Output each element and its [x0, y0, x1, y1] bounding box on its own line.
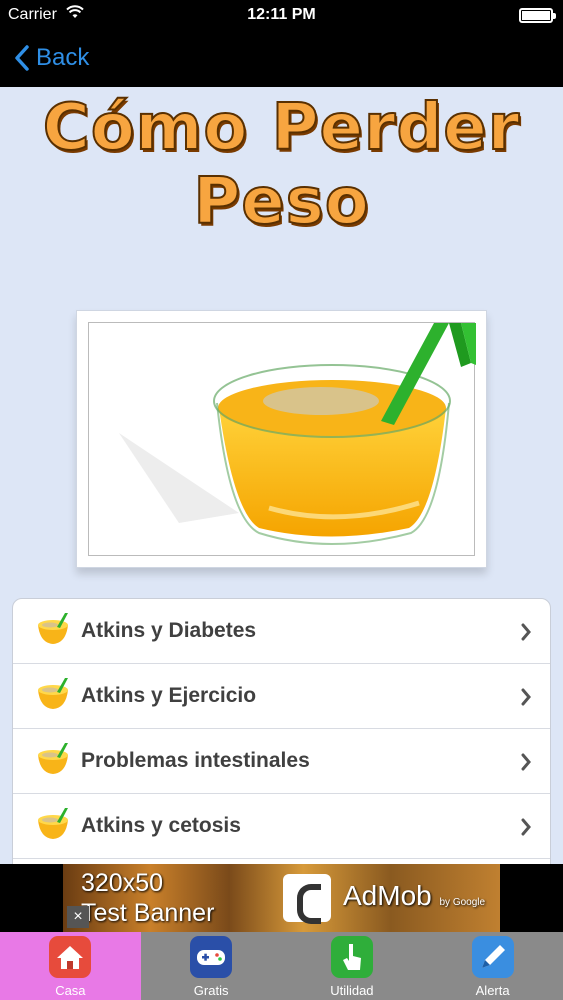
- ad-brand-sub: by Google: [439, 897, 486, 908]
- admob-logo-icon: [283, 874, 331, 924]
- tab-utilidad[interactable]: Utilidad: [282, 932, 423, 1000]
- juice-glass-illustration: [119, 323, 476, 545]
- ad-test-label: Test Banner: [81, 899, 215, 927]
- back-button[interactable]: Back: [14, 40, 89, 76]
- chevron-left-icon: [15, 45, 29, 71]
- ad-close-button[interactable]: ×: [67, 906, 89, 928]
- hero-image: [76, 310, 487, 568]
- title-line-1: Cómo Perder: [42, 90, 521, 165]
- topic-list: Atkins y Diabetes Atkins y Ejercicio Pro…: [12, 598, 551, 868]
- ad-brand: AdMob by Google: [343, 880, 485, 912]
- ad-banner[interactable]: 320x50 Test Banner AdMob by Google ×: [0, 864, 563, 932]
- ad-text: 320x50 Test Banner: [81, 868, 214, 928]
- chevron-right-icon: [520, 818, 532, 841]
- list-item[interactable]: Atkins y cetosis: [13, 794, 550, 859]
- ad-brand-name: AdMob: [343, 880, 432, 911]
- list-item-label: Atkins y cetosis: [81, 814, 241, 837]
- tab-alerta[interactable]: Alerta: [422, 932, 563, 1000]
- chevron-right-icon: [520, 753, 532, 776]
- list-item-label: Atkins y Ejercicio: [81, 684, 257, 707]
- chevron-right-icon: [520, 623, 532, 646]
- chevron-right-icon: [520, 688, 532, 711]
- house-icon: [49, 936, 92, 978]
- tab-label: Alerta: [475, 983, 510, 998]
- page-title: Cómo Perder Peso: [0, 90, 563, 239]
- back-label: Back: [36, 44, 90, 71]
- juice-glass-icon: [35, 743, 71, 782]
- tab-label: Gratis: [193, 983, 229, 998]
- gamepad-icon: [190, 936, 233, 978]
- navigation-bar: Back: [0, 30, 563, 87]
- tab-gratis[interactable]: Gratis: [141, 932, 282, 1000]
- list-item[interactable]: Atkins y Ejercicio: [13, 664, 550, 729]
- hand-pointer-icon: [330, 936, 373, 978]
- list-item[interactable]: Problemas intestinales: [13, 729, 550, 794]
- tab-label: Utilidad: [330, 983, 374, 998]
- status-time: 12:11 PM: [247, 6, 316, 23]
- tab-label: Casa: [55, 983, 86, 998]
- title-line-2: Peso: [192, 164, 370, 239]
- battery-icon: [519, 8, 556, 23]
- status-bar: Carrier 12:11 PM: [0, 0, 563, 30]
- ad-content[interactable]: 320x50 Test Banner AdMob by Google ×: [63, 864, 500, 932]
- list-item-label: Problemas intestinales: [81, 749, 310, 772]
- ad-size-label: 320x50: [81, 869, 164, 897]
- list-item[interactable]: Atkins y Diabetes: [13, 599, 550, 664]
- juice-glass-icon: [35, 808, 71, 847]
- list-item-label: Atkins y Diabetes: [81, 619, 257, 642]
- tab-casa[interactable]: Casa: [0, 932, 141, 1000]
- juice-glass-icon: [35, 678, 71, 717]
- juice-glass-icon: [35, 613, 71, 652]
- tab-bar: Casa Gratis Utilidad Alerta: [0, 932, 563, 1000]
- pen-icon: [471, 936, 514, 978]
